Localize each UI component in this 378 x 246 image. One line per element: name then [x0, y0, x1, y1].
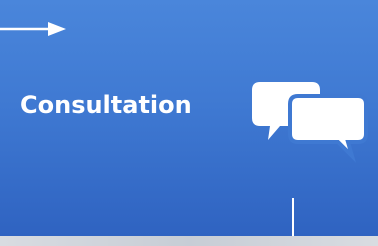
chat-bubbles-icon [252, 82, 368, 163]
consultation-tile[interactable]: Consultation [0, 0, 378, 236]
right-arrow-icon [0, 22, 66, 36]
tile-title: Consultation [20, 91, 192, 119]
bottom-divider [0, 236, 378, 246]
